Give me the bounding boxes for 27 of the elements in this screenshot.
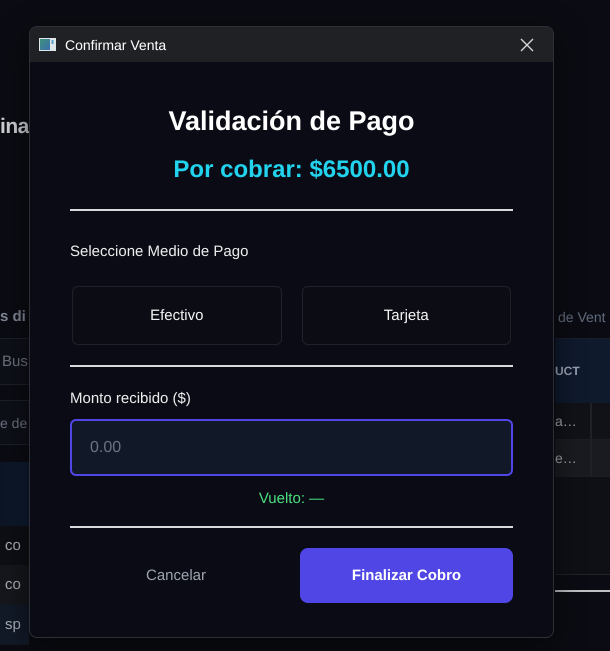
table-cell: sp [5, 616, 21, 633]
panel-title: s di [0, 307, 27, 327]
page-heading: ina [0, 114, 29, 140]
window-icon [39, 38, 56, 51]
table-row[interactable]: co [0, 566, 29, 605]
table-header [0, 462, 29, 526]
table-row[interactable]: sp [0, 605, 29, 644]
change-text: Vuelto: — [258, 489, 324, 509]
search-field[interactable]: Bus [0, 338, 29, 385]
column-header: UCT [555, 364, 580, 378]
window-title: Confirmar Venta [65, 36, 168, 52]
filter-field[interactable]: e de [0, 400, 29, 445]
payment-method-button[interactable]: Efectivo [72, 286, 282, 345]
dialog-heading: Validación de Pago [168, 105, 415, 137]
table-cell-text: a… [555, 412, 578, 431]
table-cell: co [5, 576, 21, 594]
close-icon [520, 38, 534, 52]
table-cell: co [5, 536, 21, 554]
cancel-button[interactable]: Cancelar [140, 563, 212, 588]
amount-due: Por cobrar: $6500.00 [173, 155, 410, 185]
field-label: Monto recibido ($) [70, 389, 191, 409]
finish-button[interactable]: Finalizar Cobro [300, 548, 513, 603]
payment-prompt: Seleccione Medio de Pago [70, 242, 248, 262]
table-cell-text: e… [555, 449, 578, 468]
payment-method-button[interactable]: Tarjeta [302, 286, 511, 345]
panel-title: de Vent [557, 308, 606, 327]
amount-input[interactable]: 0.00 [70, 419, 513, 476]
